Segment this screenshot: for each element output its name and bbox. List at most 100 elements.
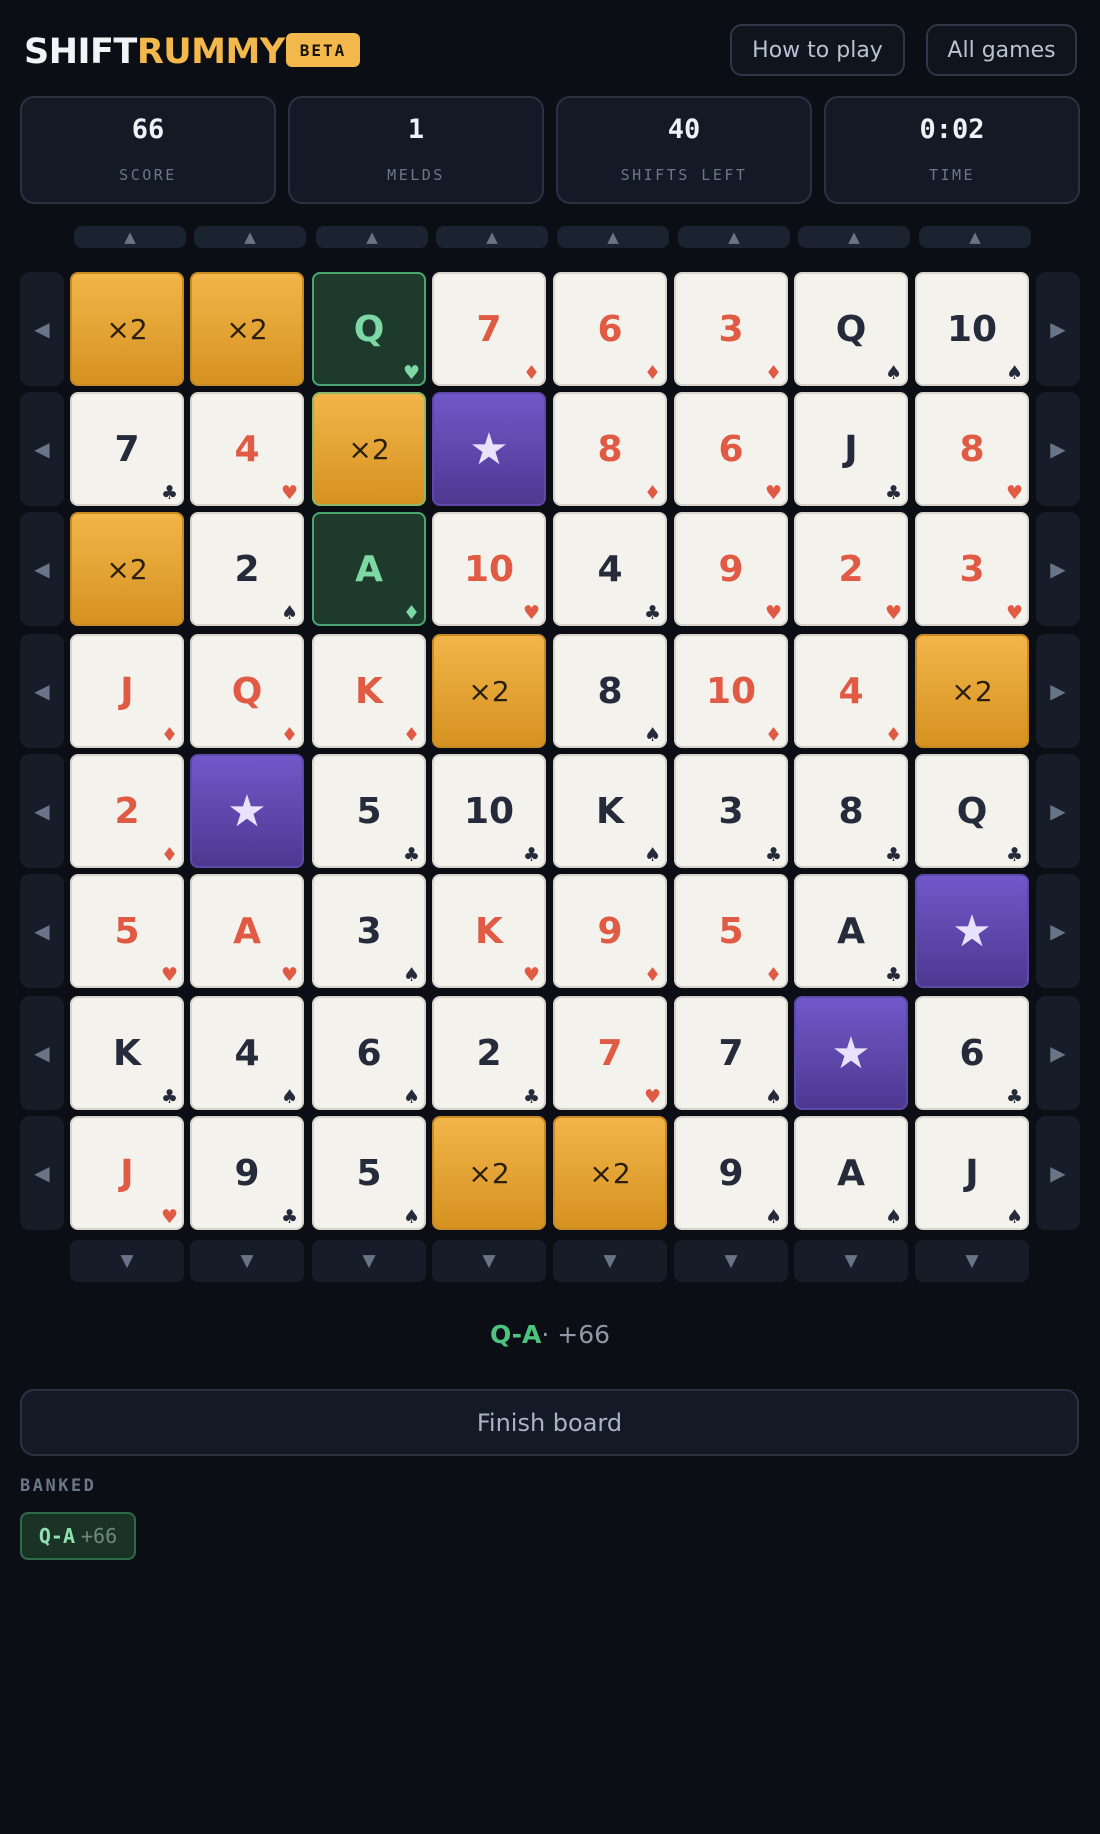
playing-card[interactable]: 8 ♣ bbox=[794, 754, 908, 868]
wild-star-tile[interactable]: ★ bbox=[794, 996, 908, 1110]
playing-card[interactable]: 5 ♦ bbox=[674, 874, 788, 988]
card-rank: 10 bbox=[463, 790, 515, 832]
playing-card[interactable]: K ♥ bbox=[432, 874, 546, 988]
playing-card[interactable]: 8 ♥ bbox=[915, 392, 1029, 506]
multiplier-tile[interactable]: ×2 bbox=[553, 1116, 667, 1230]
row-shift-right-7[interactable]: ▶ bbox=[1036, 996, 1080, 1110]
col-shift-down-6[interactable]: ▼ bbox=[674, 1240, 788, 1282]
row-shift-left-1[interactable]: ◀ bbox=[20, 272, 64, 386]
col-shift-down-5[interactable]: ▼ bbox=[553, 1240, 667, 1282]
card-rank: 7 bbox=[718, 1032, 744, 1074]
playing-card[interactable]: Q ♥ bbox=[312, 272, 426, 386]
playing-card[interactable]: 9 ♥ bbox=[674, 512, 788, 626]
row-shift-left-6[interactable]: ◀ bbox=[20, 874, 64, 988]
playing-card[interactable]: 4 ♥ bbox=[190, 392, 304, 506]
playing-card[interactable]: 7 ♠ bbox=[674, 996, 788, 1110]
col-shift-up-8[interactable]: ▲ bbox=[919, 226, 1031, 248]
playing-card[interactable]: 2 ♣ bbox=[432, 996, 546, 1110]
playing-card[interactable]: Q ♣ bbox=[915, 754, 1029, 868]
row-shift-right-1[interactable]: ▶ bbox=[1036, 272, 1080, 386]
col-shift-up-4[interactable]: ▲ bbox=[436, 226, 548, 248]
playing-card[interactable]: Q ♠ bbox=[794, 272, 908, 386]
playing-card[interactable]: 5 ♠ bbox=[312, 1116, 426, 1230]
playing-card[interactable]: K ♠ bbox=[553, 754, 667, 868]
playing-card[interactable]: 3 ♥ bbox=[915, 512, 1029, 626]
col-shift-down-3[interactable]: ▼ bbox=[312, 1240, 426, 1282]
playing-card[interactable]: 7 ♣ bbox=[70, 392, 184, 506]
row-shift-right-3[interactable]: ▶ bbox=[1036, 512, 1080, 626]
col-shift-down-4[interactable]: ▼ bbox=[432, 1240, 546, 1282]
playing-card[interactable]: 6 ♥ bbox=[674, 392, 788, 506]
col-shift-down-1[interactable]: ▼ bbox=[70, 1240, 184, 1282]
playing-card[interactable]: 5 ♥ bbox=[70, 874, 184, 988]
multiplier-tile[interactable]: ×2 bbox=[915, 634, 1029, 748]
row-shift-right-8[interactable]: ▶ bbox=[1036, 1116, 1080, 1230]
playing-card[interactable]: K ♣ bbox=[70, 996, 184, 1110]
playing-card[interactable]: J ♦ bbox=[70, 634, 184, 748]
row-shift-right-5[interactable]: ▶ bbox=[1036, 754, 1080, 868]
col-shift-down-2[interactable]: ▼ bbox=[190, 1240, 304, 1282]
playing-card[interactable]: 3 ♦ bbox=[674, 272, 788, 386]
playing-card[interactable]: 10 ♠ bbox=[915, 272, 1029, 386]
playing-card[interactable]: 9 ♦ bbox=[553, 874, 667, 988]
col-shift-up-7[interactable]: ▲ bbox=[798, 226, 910, 248]
playing-card[interactable]: 2 ♦ bbox=[70, 754, 184, 868]
row-shift-left-2[interactable]: ◀ bbox=[20, 392, 64, 506]
playing-card[interactable]: A ♠ bbox=[794, 1116, 908, 1230]
playing-card[interactable]: 3 ♠ bbox=[312, 874, 426, 988]
wild-star-tile[interactable]: ★ bbox=[915, 874, 1029, 988]
playing-card[interactable]: J ♣ bbox=[794, 392, 908, 506]
star-icon: ★ bbox=[952, 905, 992, 957]
row-shift-left-5[interactable]: ◀ bbox=[20, 754, 64, 868]
row-shift-right-4[interactable]: ▶ bbox=[1036, 634, 1080, 748]
playing-card[interactable]: 4 ♦ bbox=[794, 634, 908, 748]
playing-card[interactable]: A ♦ bbox=[312, 512, 426, 626]
playing-card[interactable]: Q ♦ bbox=[190, 634, 304, 748]
row-shift-left-7[interactable]: ◀ bbox=[20, 996, 64, 1110]
playing-card[interactable]: 2 ♠ bbox=[190, 512, 304, 626]
multiplier-tile[interactable]: ×2 bbox=[432, 634, 546, 748]
playing-card[interactable]: 4 ♣ bbox=[553, 512, 667, 626]
wild-star-tile[interactable]: ★ bbox=[190, 754, 304, 868]
playing-card[interactable]: A ♣ bbox=[794, 874, 908, 988]
col-shift-up-1[interactable]: ▲ bbox=[74, 226, 186, 248]
playing-card[interactable]: K ♦ bbox=[312, 634, 426, 748]
col-shift-down-8[interactable]: ▼ bbox=[915, 1240, 1029, 1282]
row-shift-left-3[interactable]: ◀ bbox=[20, 512, 64, 626]
row-shift-left-4[interactable]: ◀ bbox=[20, 634, 64, 748]
multiplier-tile[interactable]: ×2 bbox=[432, 1116, 546, 1230]
playing-card[interactable]: 6 ♣ bbox=[915, 996, 1029, 1110]
col-shift-up-5[interactable]: ▲ bbox=[557, 226, 669, 248]
row-shift-left-8[interactable]: ◀ bbox=[20, 1116, 64, 1230]
playing-card[interactable]: 9 ♠ bbox=[674, 1116, 788, 1230]
playing-card[interactable]: 10 ♥ bbox=[432, 512, 546, 626]
playing-card[interactable]: 10 ♦ bbox=[674, 634, 788, 748]
wild-star-tile[interactable]: ★ bbox=[432, 392, 546, 506]
playing-card[interactable]: 7 ♥ bbox=[553, 996, 667, 1110]
playing-card[interactable]: J ♥ bbox=[70, 1116, 184, 1230]
playing-card[interactable]: J ♠ bbox=[915, 1116, 1029, 1230]
multiplier-tile[interactable]: ×2 bbox=[190, 272, 304, 386]
playing-card[interactable]: 10 ♣ bbox=[432, 754, 546, 868]
playing-card[interactable]: 8 ♦ bbox=[553, 392, 667, 506]
multiplier-tile[interactable]: ×2 bbox=[70, 272, 184, 386]
finish-board-button[interactable]: Finish board bbox=[20, 1389, 1079, 1456]
row-shift-right-6[interactable]: ▶ bbox=[1036, 874, 1080, 988]
playing-card[interactable]: A ♥ bbox=[190, 874, 304, 988]
row-shift-right-2[interactable]: ▶ bbox=[1036, 392, 1080, 506]
multiplier-tile[interactable]: ×2 bbox=[70, 512, 184, 626]
col-shift-up-6[interactable]: ▲ bbox=[678, 226, 790, 248]
playing-card[interactable]: 3 ♣ bbox=[674, 754, 788, 868]
playing-card[interactable]: 6 ♠ bbox=[312, 996, 426, 1110]
playing-card[interactable]: 6 ♦ bbox=[553, 272, 667, 386]
playing-card[interactable]: 2 ♥ bbox=[794, 512, 908, 626]
col-shift-up-3[interactable]: ▲ bbox=[316, 226, 428, 248]
playing-card[interactable]: 7 ♦ bbox=[432, 272, 546, 386]
playing-card[interactable]: 8 ♠ bbox=[553, 634, 667, 748]
playing-card[interactable]: 4 ♠ bbox=[190, 996, 304, 1110]
playing-card[interactable]: 9 ♣ bbox=[190, 1116, 304, 1230]
playing-card[interactable]: 5 ♣ bbox=[312, 754, 426, 868]
multiplier-tile[interactable]: ×2 bbox=[312, 392, 426, 506]
col-shift-up-2[interactable]: ▲ bbox=[194, 226, 306, 248]
col-shift-down-7[interactable]: ▼ bbox=[794, 1240, 908, 1282]
